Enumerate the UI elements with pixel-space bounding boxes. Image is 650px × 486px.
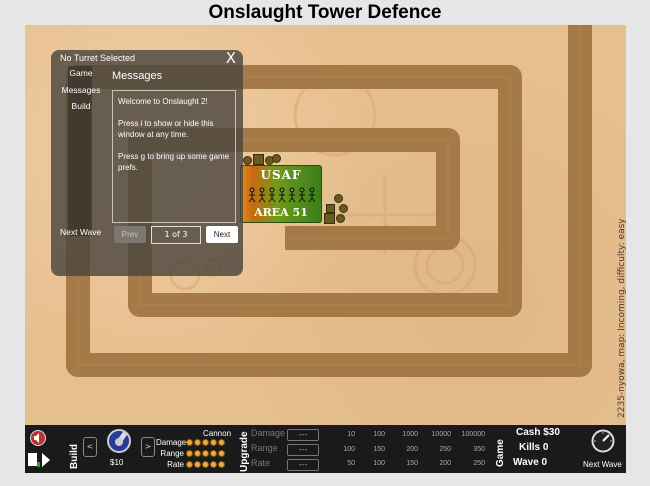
crate-icon [334, 194, 343, 203]
build-label: Build [69, 444, 80, 469]
turret-name: Cannon [203, 429, 232, 438]
build-next-button[interactable]: > [141, 437, 155, 457]
kills-label: Kills [519, 442, 541, 453]
upgrade-value: 100000 [461, 431, 485, 438]
upgrade-value: 200 [439, 460, 451, 467]
upgrade-rate-label: Rate [251, 458, 271, 468]
upgrade-range-label: Range [251, 443, 278, 453]
next-wave-link[interactable]: Next Wave [60, 227, 101, 237]
cash-value: $30 [543, 427, 560, 438]
stat-label: Rate [167, 460, 184, 469]
page-title: Onslaught Tower Defence [208, 2, 442, 23]
message-text: Press i to show or hide this window at a… [118, 119, 214, 139]
bottom-toolbar: Build < $10 > Cannon Damage Range Rate U… [25, 425, 626, 473]
base-label-top: USAF [260, 168, 302, 182]
tab-game[interactable]: Game [61, 68, 101, 78]
tab-build[interactable]: Build [61, 101, 101, 111]
stat-rating [186, 450, 225, 457]
upgrade-label: Upgrade [239, 431, 250, 472]
turret-price: $10 [110, 458, 124, 467]
base-label-bottom: AREA 51 [254, 206, 308, 219]
crate-icon [243, 156, 252, 165]
messages-box: Welcome to Onslaught 2! Press i to show … [112, 90, 236, 223]
upgrade-damage-label: Damage [251, 428, 286, 438]
stat-label: Range [160, 449, 184, 458]
wave-value: 0 [541, 457, 548, 468]
upgrade-rate-button[interactable]: --- [287, 459, 319, 471]
upgrade-value: 250 [439, 446, 451, 453]
upgrade-value: 50 [347, 460, 355, 467]
page-indicator: 1 of 3 [151, 226, 201, 244]
upgrade-damage-button[interactable]: --- [287, 429, 319, 441]
tab-messages[interactable]: Messages [61, 85, 101, 95]
sound-icon[interactable] [29, 430, 47, 446]
message-text: Press g to bring up some game prefs. [118, 152, 230, 172]
upgrade-value: 350 [473, 446, 485, 453]
info-panel: No Turret Selected X Game Messages Build… [51, 49, 243, 276]
kills-readout: Kills 0 [519, 442, 548, 453]
crate-icon [272, 154, 281, 163]
upgrade-value: 150 [406, 460, 418, 467]
panel-header: No Turret Selected [60, 53, 136, 63]
message-text: Welcome to Onslaught 2! [118, 97, 208, 106]
upgrade-value: 10 [347, 431, 355, 438]
crate-icon [336, 214, 345, 223]
close-icon[interactable]: X [226, 49, 236, 67]
wave-readout: Wave 0 [513, 457, 547, 468]
play-controls-icon[interactable] [28, 452, 52, 468]
build-prev-button[interactable]: < [83, 437, 97, 457]
upgrade-value: 100 [343, 446, 355, 453]
next-wave-button[interactable]: Next Wave [583, 460, 622, 469]
game-label: Game [495, 439, 506, 467]
upgrade-range-button[interactable]: --- [287, 444, 319, 456]
crate-icon [324, 213, 335, 224]
messages-title: Messages [112, 70, 163, 82]
base-area51: USAF AREA 51 [240, 165, 322, 223]
crate-icon [339, 204, 348, 213]
upgrade-value: 250 [473, 460, 485, 467]
upgrade-value: 100 [373, 431, 385, 438]
upgrade-value: 10000 [431, 431, 451, 438]
cash-label: Cash [516, 427, 541, 438]
upgrade-value: 100 [373, 460, 385, 467]
upgrade-value: 1000 [402, 431, 418, 438]
stat-rating [186, 461, 225, 468]
kills-value: 0 [542, 442, 549, 453]
cannon-turret-icon[interactable] [107, 428, 131, 454]
upgrade-value: 150 [373, 446, 385, 453]
stat-label: Damage [156, 438, 187, 447]
wave-label: Wave [513, 457, 539, 468]
cash-readout: Cash $30 [516, 427, 560, 438]
upgrade-value: 200 [406, 446, 418, 453]
map-info: 2235-nyowa, map: Incoming, difficulty: e… [617, 218, 626, 418]
base-people-icon [248, 187, 316, 203]
crate-icon [253, 154, 264, 165]
crate-icon [326, 204, 335, 213]
next-wave-timer-icon[interactable] [591, 429, 615, 453]
prev-button[interactable]: Prev [114, 226, 146, 243]
next-button[interactable]: Next [206, 226, 238, 243]
stat-rating [186, 439, 225, 446]
